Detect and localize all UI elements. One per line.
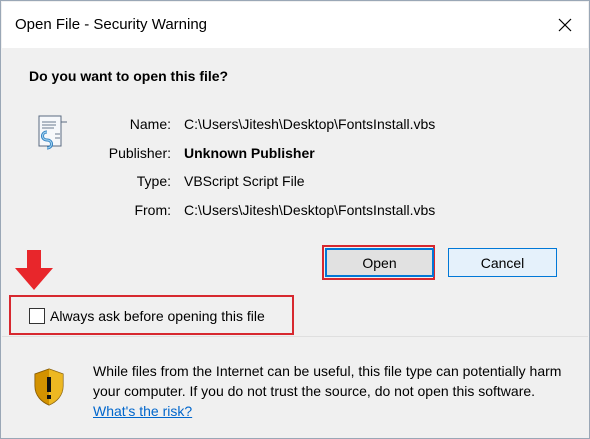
always-ask-label[interactable]: Always ask before opening this file bbox=[50, 308, 265, 324]
warning-footer: While files from the Internet can be use… bbox=[2, 337, 588, 437]
warning-text: While files from the Internet can be use… bbox=[93, 361, 573, 421]
from-value: C:\Users\Jitesh\Desktop\FontsInstall.vbs bbox=[184, 202, 436, 218]
from-label: From: bbox=[134, 202, 171, 218]
publisher-value: Unknown Publisher bbox=[184, 145, 315, 161]
name-label: Name: bbox=[129, 116, 171, 132]
publisher-label: Publisher: bbox=[108, 145, 171, 161]
title-bar: Open File - Security Warning bbox=[2, 2, 588, 48]
cancel-button[interactable]: Cancel bbox=[448, 248, 557, 277]
window-title: Open File - Security Warning bbox=[15, 16, 208, 33]
arrow-down-icon bbox=[15, 250, 53, 290]
always-ask-checkbox[interactable] bbox=[29, 308, 45, 324]
security-warning-dialog: Open File - Security Warning Do you want… bbox=[0, 0, 590, 439]
close-icon bbox=[558, 18, 572, 32]
dialog-question: Do you want to open this file? bbox=[29, 68, 229, 84]
close-button[interactable] bbox=[542, 2, 588, 48]
name-value: C:\Users\Jitesh\Desktop\FontsInstall.vbs bbox=[184, 116, 436, 132]
shield-warning-icon bbox=[34, 368, 64, 406]
open-button[interactable]: Open bbox=[325, 248, 434, 277]
whats-the-risk-link[interactable]: What's the risk? bbox=[93, 403, 192, 419]
dialog-content: Do you want to open this file? Name: C:\… bbox=[2, 48, 588, 336]
type-value: VBScript Script File bbox=[184, 173, 305, 189]
warning-message: While files from the Internet can be use… bbox=[93, 363, 562, 399]
type-label: Type: bbox=[136, 173, 171, 189]
